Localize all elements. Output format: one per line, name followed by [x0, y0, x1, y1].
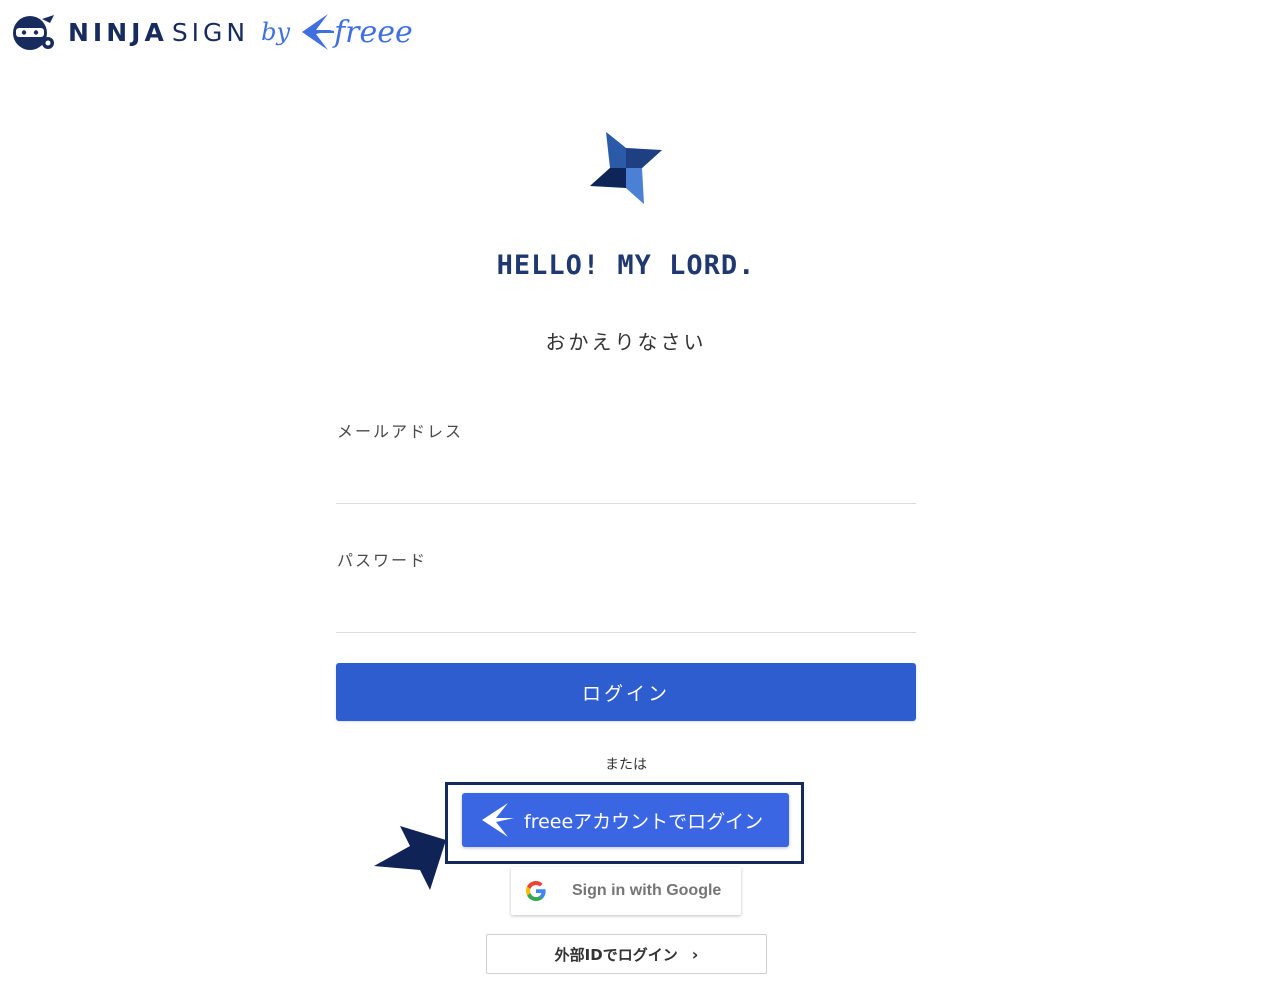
freee-bird-icon — [302, 14, 335, 50]
google-signin-label: Sign in with Google — [572, 882, 722, 899]
freee-bird-icon — [482, 803, 514, 837]
login-page: NINJA SIGN by freee HELLO! MY LORD. おかえり… — [0, 0, 1280, 992]
external-id-label: 外部IDでログイン — [554, 945, 678, 964]
brand-ninja-text: NINJA — [68, 17, 168, 47]
google-signin-button[interactable]: Sign in with Google — [511, 867, 741, 915]
email-field[interactable] — [336, 471, 916, 504]
brand-by-text: by — [261, 18, 291, 46]
welcome-text: おかえりなさい — [545, 330, 707, 354]
greeting-heading: HELLO! MY LORD. — [496, 250, 756, 281]
freee-login-button[interactable]: freeeアカウントでログイン — [462, 793, 789, 847]
email-label: メールアドレス — [337, 422, 464, 441]
chevron-right-icon: › — [691, 944, 699, 964]
freee-login-label: freeeアカウントでログイン — [524, 810, 764, 833]
login-button[interactable]: ログイン — [336, 663, 916, 721]
brand-header[interactable]: NINJA SIGN by freee — [8, 8, 413, 56]
shuriken-icon — [590, 132, 662, 204]
ninja-mascot-icon — [13, 15, 54, 50]
or-divider-text: または — [605, 757, 647, 773]
google-icon — [526, 881, 546, 901]
brand-freee-text: freee — [334, 14, 413, 50]
pointer-arrow-icon — [374, 826, 446, 890]
external-id-login-button[interactable]: 外部IDでログイン › — [486, 934, 767, 974]
password-field[interactable] — [336, 600, 916, 633]
password-label: パスワード — [337, 551, 428, 570]
brand-sign-text: SIGN — [171, 17, 250, 47]
